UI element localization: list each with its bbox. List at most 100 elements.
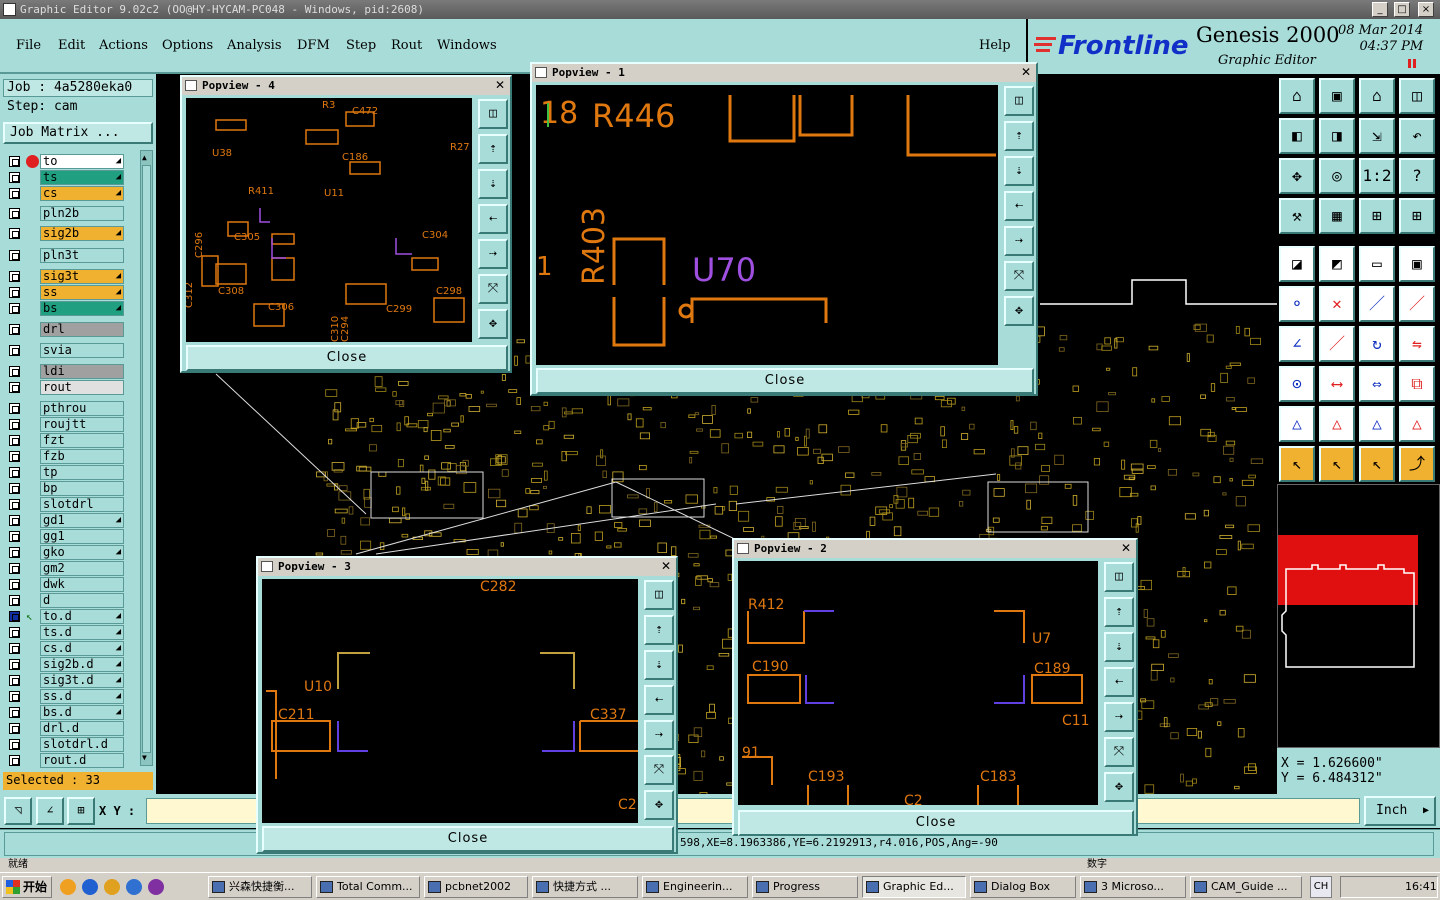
tri3-icon[interactable]: △ <box>1359 406 1395 442</box>
layer-row-gd1[interactable]: gd1 ◢ <box>6 513 124 528</box>
layer-checkbox[interactable] <box>9 435 20 446</box>
layer-checkbox[interactable] <box>9 366 20 377</box>
undo-icon[interactable]: ↶ <box>1399 118 1435 154</box>
layer-checkbox[interactable] <box>9 324 20 335</box>
layer-name[interactable]: ts.d ◢ <box>40 625 124 640</box>
layer-name[interactable]: to.d ◢ <box>40 609 124 624</box>
ratio-icon[interactable]: 1:2 <box>1359 158 1395 194</box>
layer-checkbox[interactable] <box>9 172 20 183</box>
layer-checkbox[interactable] <box>9 643 20 654</box>
move-icon[interactable]: ⊙ <box>1279 366 1315 402</box>
popview-left-icon[interactable]: ⇠ <box>644 685 674 715</box>
popview-1-window[interactable]: Popview - 1 ✕ 18 R446 R403 U70 1 ◫ ⇡ ⇣ ⇠ ⇢ ⤧ ✥ Clos… <box>530 62 1038 396</box>
layer-name[interactable]: roujtt <box>40 417 124 432</box>
scroll-up-icon[interactable]: ▲ <box>142 153 151 163</box>
layer-checkbox[interactable] <box>9 483 20 494</box>
layer-name[interactable]: gm2 <box>40 561 124 576</box>
layer-checkbox[interactable] <box>9 515 20 526</box>
line-icon[interactable]: ／ <box>1359 286 1395 322</box>
angle-icon[interactable]: ∠ <box>1279 326 1315 362</box>
menu-windows[interactable]: Windows <box>437 38 497 53</box>
popview-3-window[interactable]: Popview - 3 ✕ C282 U10 C211 C337 C2 ◫ ⇡ ⇣ ⇠ ⇢ ⤧ ✥ C… <box>256 556 678 854</box>
popview-left-icon[interactable]: ⇠ <box>1104 667 1134 697</box>
home-icon[interactable]: ⌂ <box>1279 78 1315 114</box>
layer-name[interactable]: cs ◢ <box>40 186 124 201</box>
layer-name[interactable]: drl.d <box>40 721 124 736</box>
layer-row-cs-d[interactable]: cs.d ◢ <box>6 641 124 656</box>
layer-name[interactable]: ldi <box>40 364 124 379</box>
layer-checkbox[interactable] <box>9 595 20 606</box>
layer-checkbox[interactable] <box>9 499 20 510</box>
layer-checkbox[interactable] <box>9 723 20 734</box>
layer-row-gko[interactable]: gko ◢ <box>6 545 124 560</box>
popview-down-icon[interactable]: ⇣ <box>644 650 674 680</box>
clock-icon[interactable] <box>104 879 120 895</box>
popview-down-icon[interactable]: ⇣ <box>1004 156 1034 186</box>
layer-name[interactable]: gg1 <box>40 529 124 544</box>
minimize-button[interactable]: _ <box>1372 2 1388 17</box>
layer-row-drl[interactable]: drl <box>6 322 124 337</box>
arrow-icon[interactable]: ／ <box>1399 286 1435 322</box>
layer-row-to-d[interactable]: ↖ to.d ◢ <box>6 609 124 624</box>
layer-name[interactable]: gd1 ◢ <box>40 513 124 528</box>
close-window-button[interactable]: × <box>1418 2 1434 17</box>
layer-row-to[interactable]: to ◢ <box>6 154 124 169</box>
layer-name[interactable]: dwk <box>40 577 124 592</box>
layer-name[interactable]: tp <box>40 465 124 480</box>
popview-3-close-icon[interactable]: ✕ <box>659 560 673 573</box>
menu-rout[interactable]: Rout <box>391 38 422 53</box>
layer-checkbox[interactable] <box>9 707 20 718</box>
overview-map[interactable] <box>1277 484 1440 748</box>
taskbar-item[interactable]: Engineerin... <box>642 876 748 898</box>
layer-name[interactable]: fzb <box>40 449 124 464</box>
layer-row-pln2b[interactable]: pln2b <box>6 206 124 221</box>
layer-checkbox[interactable] <box>9 403 20 414</box>
layer-name[interactable]: drl <box>40 322 124 337</box>
popview-4-titlebar[interactable]: Popview - 4 ✕ <box>182 77 510 95</box>
select-icon[interactable]: ▣ <box>1399 246 1435 282</box>
grid-snap-icon[interactable]: ⊞ <box>67 797 95 825</box>
job-matrix-button[interactable]: Job Matrix ... <box>3 122 153 144</box>
menu-file[interactable]: File <box>16 38 41 53</box>
layer-checkbox[interactable] <box>9 755 20 766</box>
layer-name[interactable]: rout <box>40 380 124 395</box>
popview-2-window[interactable]: Popview - 2 ✕ R412 U7 C190 C189 C11 91 C193 C183… <box>732 538 1138 836</box>
layer-name[interactable]: sig3t ◢ <box>40 269 124 284</box>
menu-step[interactable]: Step <box>346 38 376 53</box>
popview-left-icon[interactable]: ⇠ <box>1004 191 1034 221</box>
window-icon[interactable]: ◫ <box>1399 78 1435 114</box>
popview-zoom-out-icon[interactable]: ⤧ <box>478 274 508 304</box>
layer-row-sig3t-d[interactable]: sig3t.d ◢ <box>6 673 124 688</box>
layer-checkbox[interactable] <box>9 303 20 314</box>
layer-name[interactable]: ss.d ◢ <box>40 689 124 704</box>
copy-icon[interactable]: ⧉ <box>1399 366 1435 402</box>
popview-up-icon[interactable]: ⇡ <box>1004 121 1034 151</box>
layer-name[interactable]: slotdrl.d <box>40 737 124 752</box>
layer-row-bs[interactable]: bs ◢ <box>6 301 124 316</box>
measure-icon[interactable]: ▭ <box>1359 246 1395 282</box>
media-icon[interactable] <box>82 879 98 895</box>
popview-2-canvas[interactable]: R412 U7 C190 C189 C11 91 C193 C183 C2 <box>738 561 1098 805</box>
popview-zoom-in-icon[interactable]: ✥ <box>644 790 674 820</box>
layer-row-slotdrl-d[interactable]: slotdrl.d <box>6 737 124 752</box>
popview-4-window[interactable]: Popview - 4 ✕ R3 C472 U38 C186 R27 R411 U11 C305… <box>180 75 512 373</box>
layer-name[interactable]: sig3t.d ◢ <box>40 673 124 688</box>
popview-3-close-button[interactable]: Close <box>262 826 674 852</box>
snap-icon[interactable]: ⊞ <box>1359 198 1395 234</box>
layer-name[interactable]: fzt <box>40 433 124 448</box>
layer-name[interactable]: bp <box>40 481 124 496</box>
layer-row-sig3t[interactable]: sig3t ◢ <box>6 269 124 284</box>
popview-2-close-icon[interactable]: ✕ <box>1119 542 1133 555</box>
connect-icon[interactable]: ⚬ <box>1279 286 1315 322</box>
layer-checkbox[interactable] <box>9 627 20 638</box>
taskbar-item[interactable]: 兴森快捷衡... <box>208 876 312 898</box>
pan-icon[interactable]: ✥ <box>1279 158 1315 194</box>
layer-checkbox[interactable] <box>9 547 20 558</box>
snap2-icon[interactable]: ⊞ <box>1399 198 1435 234</box>
taskbar-item[interactable]: Dialog Box <box>970 876 1076 898</box>
layer-row-cs[interactable]: cs ◢ <box>6 186 124 201</box>
layer-row-d[interactable]: d <box>6 593 124 608</box>
layer-row-tp[interactable]: tp <box>6 465 124 480</box>
cross-icon[interactable]: ✕ <box>1319 286 1355 322</box>
layer-row-sig2b[interactable]: sig2b ◢ <box>6 226 124 241</box>
